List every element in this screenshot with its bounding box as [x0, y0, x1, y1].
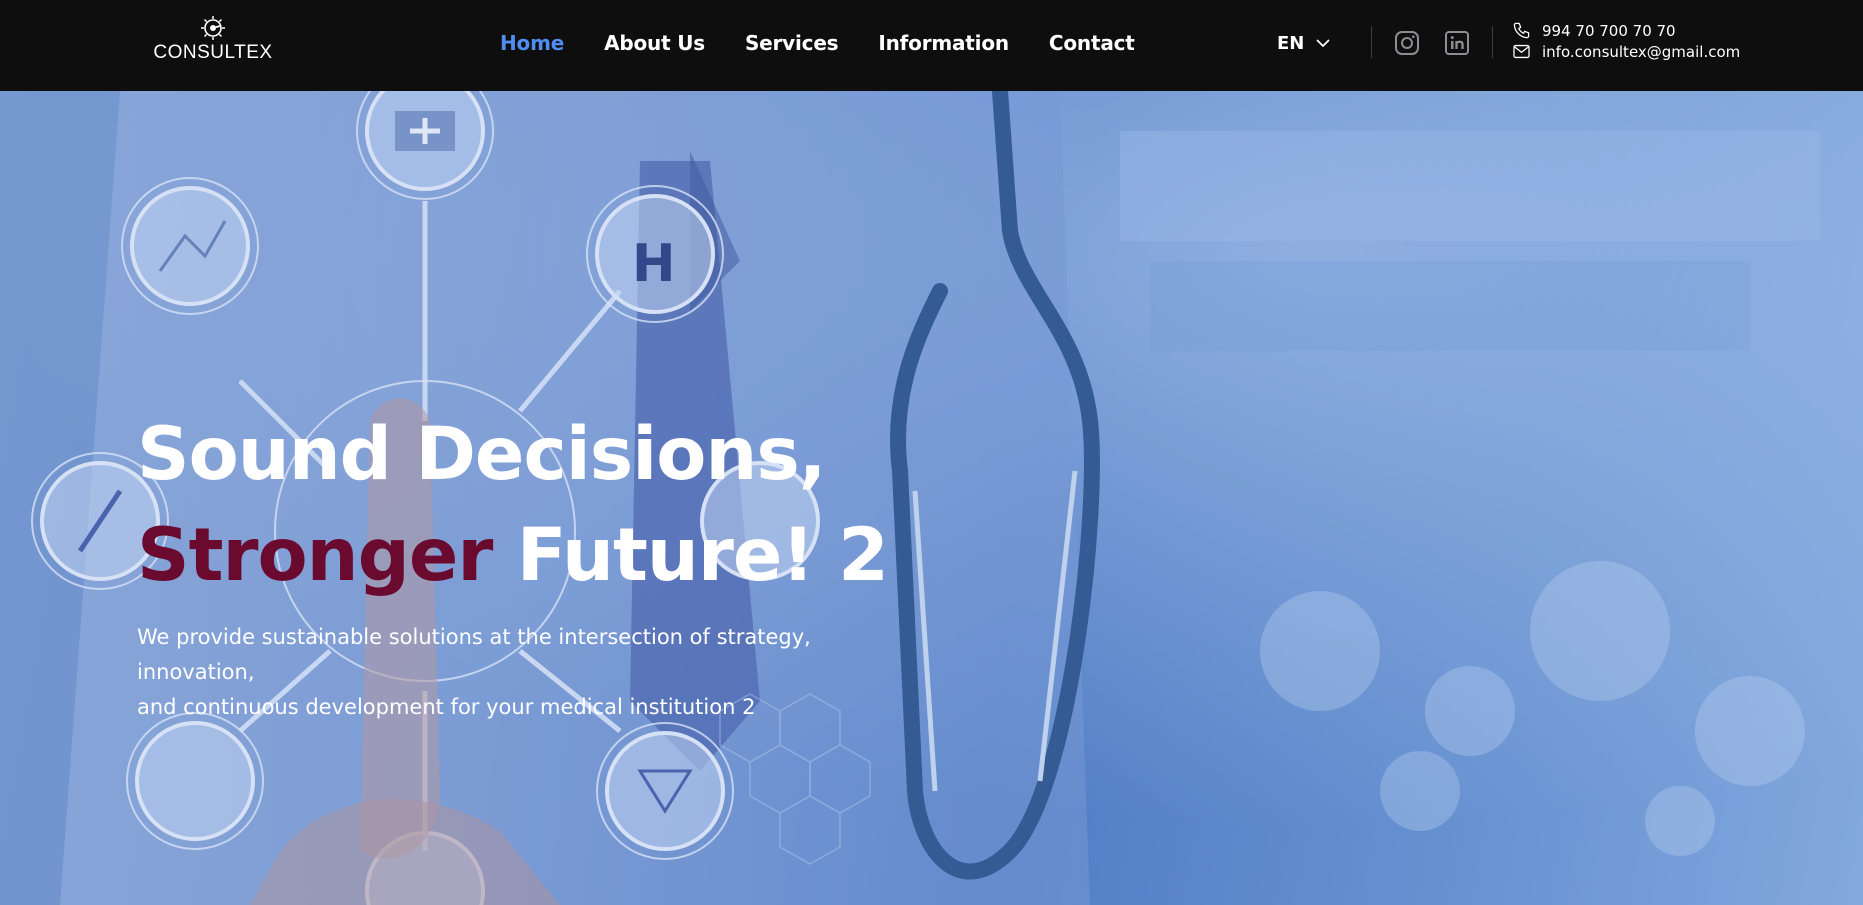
headline-accent-word: Stronger	[137, 513, 493, 598]
email-address: info.consultex@gmail.com	[1542, 42, 1741, 61]
language-selector[interactable]: EN	[1277, 28, 1330, 58]
brand-logo[interactable]: CONSULTEX	[148, 14, 278, 66]
contact-info: 994 70 700 70 70 info.consultex@gmail.co…	[1512, 20, 1740, 62]
subtext-line-2: and continuous development for your medi…	[137, 695, 756, 719]
main-nav: Home About Us Services Information Conta…	[500, 0, 1175, 86]
hero-headline: Sound Decisions, Stronger Future! 2	[137, 404, 937, 606]
hero-content: Sound Decisions, Stronger Future! 2 We p…	[137, 404, 937, 725]
envelope-icon	[1513, 44, 1530, 59]
chevron-down-icon	[1316, 39, 1330, 47]
phone-icon	[1513, 22, 1530, 39]
linkedin-icon[interactable]	[1442, 28, 1472, 58]
nav-contact[interactable]: Contact	[1049, 31, 1135, 55]
phone-number: 994 70 700 70 70	[1542, 21, 1676, 40]
language-label: EN	[1277, 32, 1305, 54]
headline-line-1: Sound Decisions,	[137, 412, 827, 497]
nav-home[interactable]: Home	[500, 31, 564, 55]
top-navigation-bar: CONSULTEX Home About Us Services Informa…	[0, 0, 1863, 91]
hero-subtext: We provide sustainable solutions at the …	[137, 620, 917, 725]
hero-section: H Sound Decisions, Stronger Future! 2 We…	[0, 91, 1863, 905]
instagram-icon[interactable]	[1392, 28, 1422, 58]
brand-name: CONSULTEX	[153, 42, 273, 63]
email-row[interactable]: info.consultex@gmail.com	[1512, 41, 1740, 62]
phone-row[interactable]: 994 70 700 70 70	[1512, 20, 1740, 41]
nav-services[interactable]: Services	[745, 31, 839, 55]
divider	[1371, 26, 1372, 58]
nav-information[interactable]: Information	[878, 31, 1009, 55]
divider	[1492, 26, 1493, 58]
subtext-line-1: We provide sustainable solutions at the …	[137, 625, 811, 684]
headline-line-2-rest: Future! 2	[516, 513, 889, 598]
logo-emblem-icon	[201, 16, 225, 40]
nav-about-us[interactable]: About Us	[604, 31, 705, 55]
